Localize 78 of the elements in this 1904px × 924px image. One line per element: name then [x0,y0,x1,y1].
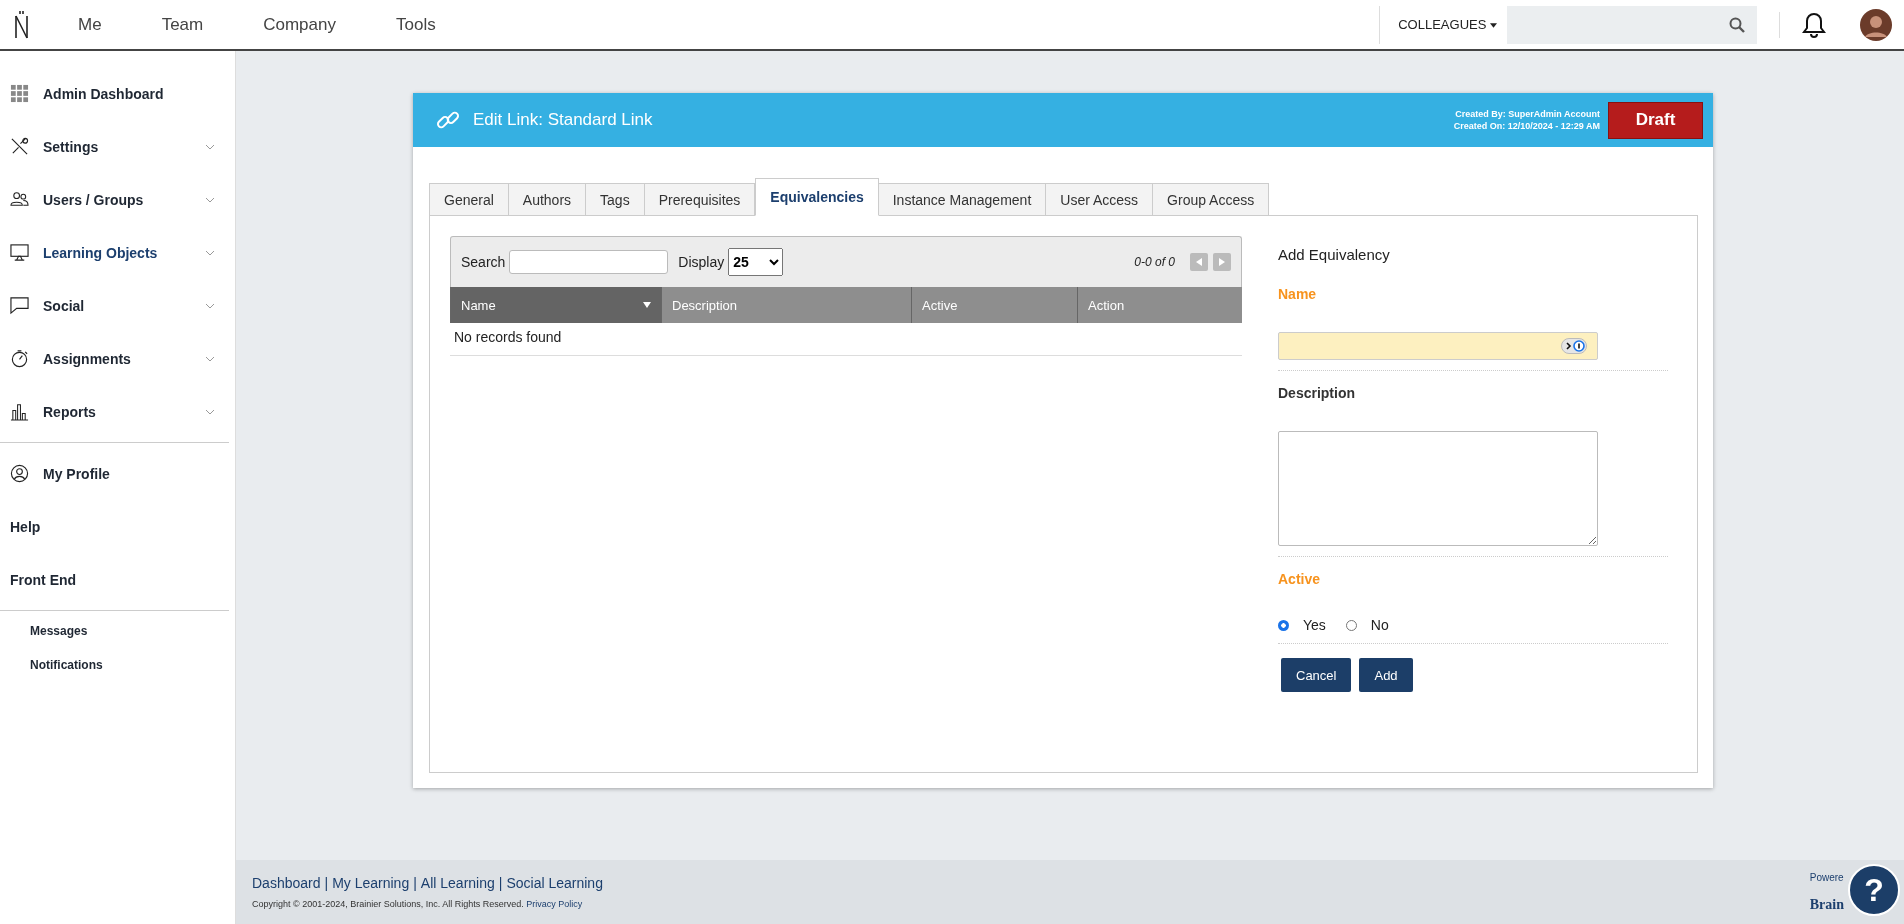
radio-button[interactable] [1278,619,1289,631]
tab[interactable]: User Access [1046,183,1154,216]
display-label: Display [678,254,725,270]
avatar[interactable] [1860,8,1892,41]
cancel-button[interactable]: Cancel [1281,658,1352,692]
top-nav-link[interactable]: Me [78,14,102,35]
description-field[interactable] [1278,431,1598,546]
sidebar-item[interactable]: Social [0,279,235,332]
logo-icon[interactable] [14,9,30,40]
sidebar-item[interactable]: Settings [0,120,235,173]
caret-icon [1490,23,1497,29]
top-nav-link[interactable]: Company [263,14,336,35]
tab[interactable]: Authors [508,183,587,216]
next-page-button[interactable] [1213,253,1231,271]
copyright-text: Copyright © 2001-2024, Brainier Solutions, Inc. All Rights Reserved. [252,899,524,909]
name-label: Name [1278,286,1318,302]
tab[interactable]: Tags [586,183,645,216]
sidebar-item[interactable]: Assignments [0,332,235,385]
sidebar-item[interactable]: Learning Objects [0,226,235,279]
sidebar-item[interactable]: Admin Dashboard [0,67,235,120]
active-label: Active [1278,571,1322,587]
radio-label: Yes [1303,617,1326,633]
footer-link[interactable]: My Learning [332,875,410,891]
description-label: Description [1278,385,1356,401]
powered-by-text: Powere [1809,871,1844,883]
password-manager-icon [1561,338,1587,354]
tab[interactable]: Group Access [1153,183,1270,216]
privacy-link[interactable]: Privacy Policy [526,899,583,909]
form-title: Add Equivalency [1278,246,1391,263]
right-triangle-icon [1219,258,1225,266]
column-header[interactable]: Name [450,287,661,323]
table-search-field[interactable] [509,250,669,274]
add-button[interactable]: Add [1359,658,1413,692]
tab[interactable]: Instance Management [878,183,1047,216]
empty-message: No records found [450,323,1242,356]
tab[interactable]: General [429,183,509,216]
bell-icon[interactable] [1779,11,1826,38]
page-title: Edit Link: Standard Link [473,110,654,130]
stopwatch-icon [10,349,29,368]
tab[interactable]: Equivalencies [755,178,879,216]
sidebar-subitem[interactable]: Messages [0,615,235,647]
tools-icon [10,137,29,156]
separator: | [498,875,503,891]
sidebar-item[interactable]: Help [0,500,235,553]
sidebar-item[interactable]: Users / Groups [0,173,235,226]
draft-button[interactable]: Draft [1608,101,1703,139]
speech-bubble-icon [10,296,29,315]
users-icon [10,190,29,209]
tab[interactable]: Prerequisites [644,183,756,216]
sidebar-item[interactable]: My Profile [0,447,235,500]
search-label: Search [461,254,506,270]
separator: | [324,875,329,891]
top-nav-link[interactable]: Tools [395,14,436,35]
bar-chart-icon [10,402,29,421]
created-on-text: Created On: 12/10/2024 - 12:29 AM [1453,120,1600,132]
radio-label: No [1370,617,1389,633]
pager-text: 0-0 of 0 [1134,255,1175,269]
footer-link[interactable]: Social Learning [506,875,603,891]
display-select[interactable]: 25 [728,248,784,276]
name-field[interactable] [1278,332,1598,360]
brand-text: Brain [1809,896,1844,913]
help-button[interactable]: ? [1848,864,1900,916]
search-field[interactable] [1507,5,1757,44]
search-icon [1729,16,1745,33]
sidebar-item[interactable]: Front End [0,553,235,606]
previous-page-button[interactable] [1190,253,1208,271]
top-nav-link[interactable]: Team [161,14,204,35]
created-by-text: Created By: SuperAdmin Account [1455,108,1600,120]
sidebar-item[interactable]: Reports [0,385,235,438]
monitor-icon [10,243,29,262]
sidebar-subitem[interactable]: Notifications [0,649,235,681]
left-triangle-icon [1196,258,1202,266]
person-icon [10,464,29,483]
footer-link[interactable]: Dashboard [252,875,321,891]
sort-down-icon [643,302,651,308]
grid-icon [10,84,29,103]
separator: | [413,875,417,891]
footer-link[interactable]: All Learning [420,875,495,891]
